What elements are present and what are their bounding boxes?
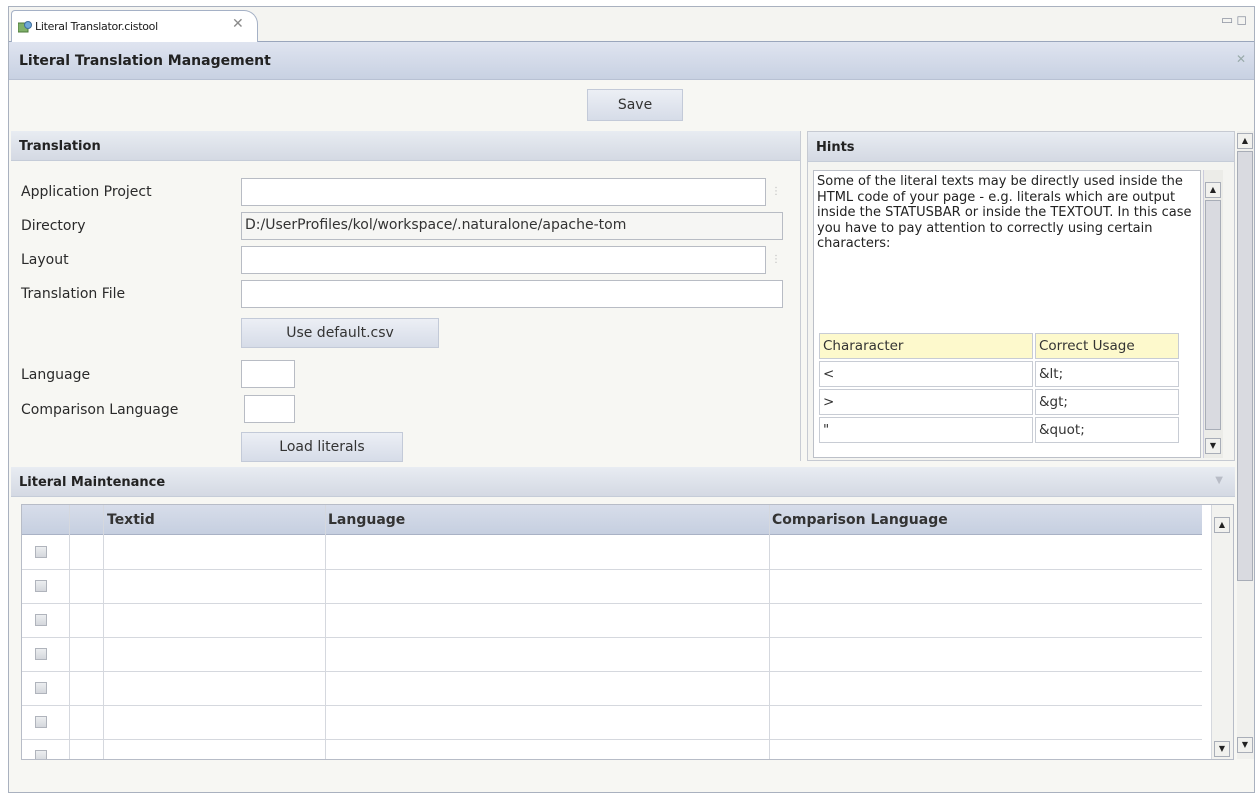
language-column-header[interactable]: Language bbox=[328, 512, 405, 528]
hints-scroll-thumb[interactable] bbox=[1205, 200, 1221, 430]
editor-frame: Literal Translator.cistool ✕ ▭◻ Literal … bbox=[8, 6, 1255, 793]
literal-maintenance-title: Literal Maintenance bbox=[19, 475, 166, 490]
tab-label: Literal Translator.cistool bbox=[35, 20, 158, 33]
hints-scrollbar[interactable]: ▲ ▼ bbox=[1203, 170, 1223, 458]
hints-text: Some of the literal texts may be directl… bbox=[817, 174, 1192, 251]
grid-header: Textid Language Comparison Language bbox=[22, 505, 1202, 535]
row-checkbox[interactable] bbox=[35, 580, 47, 592]
directory-label: Directory bbox=[21, 218, 86, 234]
row-checkbox[interactable] bbox=[35, 648, 47, 660]
window-controls: ▭◻ bbox=[1221, 13, 1250, 28]
comparison-language-column-header[interactable]: Comparison Language bbox=[772, 512, 948, 528]
usage-cell: &lt; bbox=[1035, 361, 1179, 387]
table-row[interactable] bbox=[22, 604, 1202, 638]
application-project-label: Application Project bbox=[21, 184, 152, 200]
row-checkbox[interactable] bbox=[35, 682, 47, 694]
row-checkbox[interactable] bbox=[35, 614, 47, 626]
load-literals-button[interactable]: Load literals bbox=[241, 432, 403, 462]
minimize-icon[interactable]: ▭ bbox=[1221, 13, 1236, 28]
scroll-up-icon[interactable]: ▲ bbox=[1205, 182, 1221, 198]
translation-file-field[interactable] bbox=[241, 280, 783, 308]
layout-label: Layout bbox=[21, 252, 69, 268]
usage-cell: &gt; bbox=[1035, 389, 1179, 415]
collapse-icon[interactable]: ▼ bbox=[1215, 475, 1223, 486]
table-row[interactable] bbox=[22, 672, 1202, 706]
layout-field[interactable] bbox=[241, 246, 766, 274]
character-cell: > bbox=[819, 389, 1033, 415]
page-title-bar: Literal Translation Management ✕ bbox=[9, 42, 1254, 80]
translation-heading: Translation bbox=[11, 131, 800, 161]
save-button[interactable]: Save bbox=[587, 89, 683, 121]
character-cell: < bbox=[819, 361, 1033, 387]
maximize-icon[interactable]: ◻ bbox=[1236, 13, 1250, 28]
table-row[interactable] bbox=[22, 638, 1202, 672]
editor-scroll-thumb[interactable] bbox=[1237, 151, 1253, 581]
use-default-csv-button[interactable]: Use default.csv bbox=[241, 318, 439, 348]
editor-tab-bar: Literal Translator.cistool ✕ ▭◻ bbox=[9, 7, 1254, 43]
comparison-language-field[interactable] bbox=[244, 395, 295, 423]
close-icon[interactable]: ✕ bbox=[1236, 52, 1246, 66]
literal-maintenance-heading: Literal Maintenance ▼ bbox=[11, 467, 1235, 497]
character-usage-table: Chararacter Correct Usage < &lt; > &gt; … bbox=[817, 331, 1181, 445]
table-row[interactable] bbox=[22, 536, 1202, 570]
scroll-down-icon[interactable]: ▼ bbox=[1214, 741, 1230, 757]
hints-heading: Hints bbox=[808, 132, 1234, 162]
cistool-file-icon bbox=[17, 21, 32, 33]
table-row[interactable] bbox=[22, 706, 1202, 740]
page-title: Literal Translation Management bbox=[19, 53, 271, 69]
language-field[interactable] bbox=[241, 360, 295, 388]
grid-scrollbar[interactable]: ▲ ▼ bbox=[1212, 505, 1233, 759]
hints-panel: Hints Some of the literal texts may be d… bbox=[807, 131, 1235, 461]
application-project-field[interactable] bbox=[241, 178, 766, 206]
table-row[interactable] bbox=[22, 570, 1202, 604]
usage-cell: &quot; bbox=[1035, 417, 1179, 443]
application-project-picker-icon[interactable]: ⋮ bbox=[768, 178, 784, 206]
scroll-down-icon[interactable]: ▼ bbox=[1205, 438, 1221, 454]
editor-scrollbar[interactable]: ▲ ▼ bbox=[1237, 131, 1254, 759]
table-row[interactable] bbox=[22, 740, 1202, 759]
scroll-up-icon[interactable]: ▲ bbox=[1237, 133, 1253, 149]
usage-column-header: Correct Usage bbox=[1035, 333, 1179, 359]
comparison-language-label: Comparison Language bbox=[21, 402, 179, 418]
tab-close-icon[interactable]: ✕ bbox=[232, 16, 244, 32]
translation-file-label: Translation File bbox=[21, 286, 126, 302]
directory-field[interactable]: D:/UserProfiles/kol/workspace/.naturalon… bbox=[241, 212, 783, 240]
row-checkbox[interactable] bbox=[35, 546, 47, 558]
literal-grid: Textid Language Comparison Language ▲ ▼ bbox=[21, 504, 1234, 760]
textid-column-header[interactable]: Textid bbox=[107, 512, 155, 528]
hints-content: Some of the literal texts may be directl… bbox=[813, 170, 1201, 458]
character-cell: " bbox=[819, 417, 1033, 443]
scroll-down-icon[interactable]: ▼ bbox=[1237, 737, 1253, 753]
translation-panel: Translation Application Project ⋮ Direct… bbox=[11, 131, 801, 462]
character-column-header: Chararacter bbox=[819, 333, 1033, 359]
scroll-up-icon[interactable]: ▲ bbox=[1214, 517, 1230, 533]
row-checkbox[interactable] bbox=[35, 716, 47, 728]
editor-tab[interactable]: Literal Translator.cistool ✕ bbox=[11, 10, 258, 43]
layout-picker-icon[interactable]: ⋮ bbox=[768, 246, 784, 274]
language-label: Language bbox=[21, 367, 91, 383]
row-checkbox[interactable] bbox=[35, 750, 47, 759]
